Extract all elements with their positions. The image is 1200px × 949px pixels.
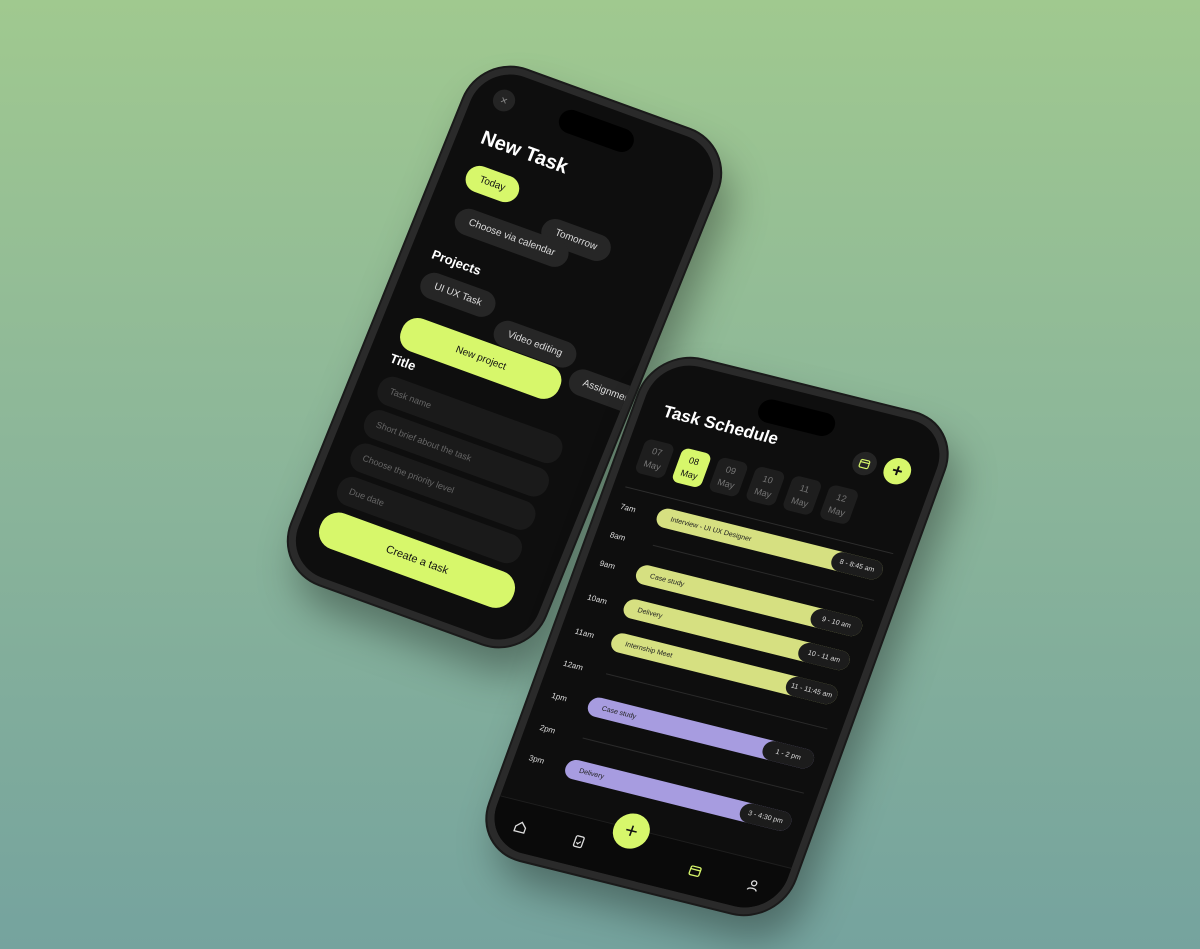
date-chip[interactable]: 10 May xyxy=(744,465,787,507)
event-title: Delivery xyxy=(636,606,664,620)
time-label: 7am xyxy=(618,502,638,515)
close-icon[interactable]: × xyxy=(489,86,519,115)
event-time: 8 - 8:45 am xyxy=(828,550,886,582)
event-title: Delivery xyxy=(578,767,606,781)
event-time: 10 - 11 am xyxy=(795,640,853,673)
time-label: 2pm xyxy=(538,723,557,736)
chip-today[interactable]: Today xyxy=(461,162,524,206)
time-label: 9am xyxy=(598,558,617,571)
schedule-title: Task Schedule xyxy=(660,401,782,449)
event-time: 11 - 11:45 am xyxy=(782,674,841,707)
event-title: Interview - UI UX Designer xyxy=(669,516,753,543)
date-chip[interactable]: 11 May xyxy=(781,474,823,517)
event-title: Case study xyxy=(648,572,686,588)
event-time: 3 - 4:30 pm xyxy=(736,801,795,833)
calendar-icon[interactable] xyxy=(682,859,708,883)
time-label: 10am xyxy=(585,592,609,607)
event-title: Case study xyxy=(600,704,638,721)
event-time: 9 - 10 am xyxy=(807,606,866,639)
event-card[interactable]: Case study 1 - 2 pm xyxy=(584,695,817,771)
time-label: 12am xyxy=(561,658,585,673)
date-chip[interactable]: 09 May xyxy=(707,456,750,498)
add-task-icon[interactable]: + xyxy=(879,455,916,488)
home-icon[interactable] xyxy=(507,815,533,839)
time-label: 8am xyxy=(608,530,627,543)
profile-icon[interactable] xyxy=(740,873,766,897)
chip-ui-ux-task[interactable]: UI UX Task xyxy=(416,268,500,321)
event-title: Internship Meet xyxy=(624,640,674,660)
event-card[interactable]: Interview - UI UX Designer 8 - 8:45 am xyxy=(653,506,886,582)
time-label: 3pm xyxy=(527,753,546,766)
date-chip[interactable]: 12 May xyxy=(818,483,860,526)
title-label: Title xyxy=(387,350,419,374)
event-time: 1 - 2 pm xyxy=(759,739,817,771)
document-icon[interactable] xyxy=(566,830,592,854)
time-label: 11am xyxy=(573,626,596,640)
date-chip-selected[interactable]: 08 May xyxy=(670,447,713,489)
time-label: 1pm xyxy=(550,690,569,704)
calendar-icon[interactable] xyxy=(848,449,881,478)
date-chip[interactable]: 07 May xyxy=(633,438,676,480)
